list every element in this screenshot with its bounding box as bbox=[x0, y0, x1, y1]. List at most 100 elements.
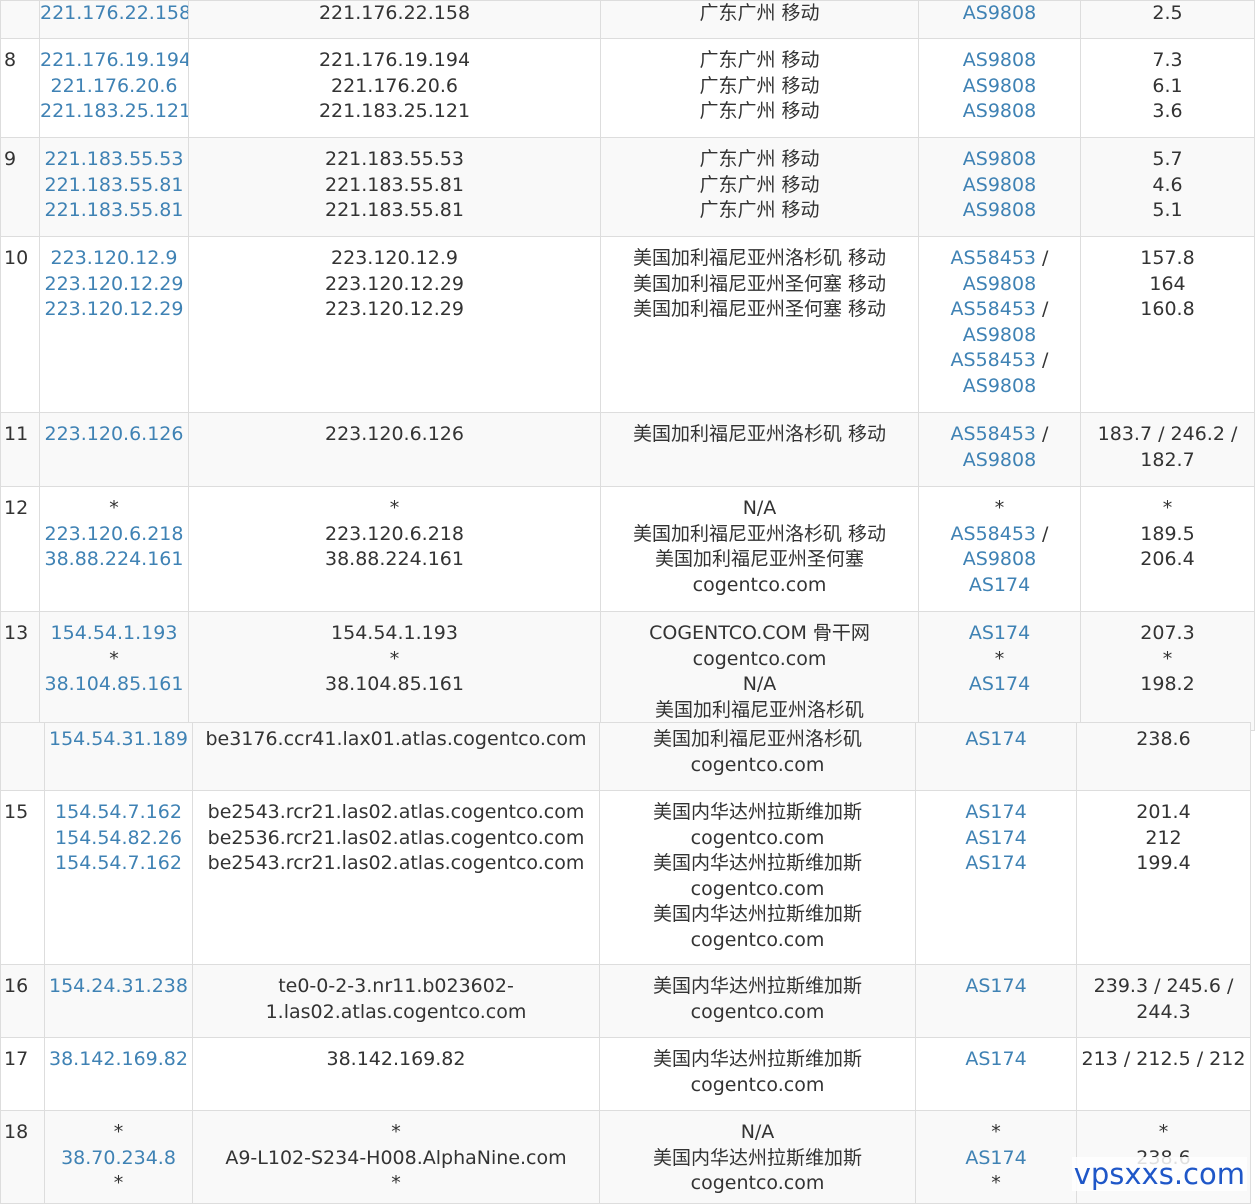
hostname: 223.120.12.9 bbox=[331, 247, 458, 269]
hostname: 1.las02.atlas.cogentco.com bbox=[265, 1000, 527, 1023]
asn-link[interactable]: AS9808 bbox=[920, 272, 1080, 298]
ip-link[interactable]: 221.183.55.81 bbox=[41, 173, 188, 199]
location: cogentco.com bbox=[690, 826, 825, 849]
rtt-value: 189.5 bbox=[1140, 522, 1195, 545]
rtt-cell: 2.5 bbox=[1080, 0, 1255, 39]
hostname: 223.120.12.29 bbox=[324, 272, 464, 295]
ip-link[interactable]: 154.54.7.162 bbox=[46, 851, 192, 877]
ip-link[interactable]: 154.54.82.26 bbox=[46, 826, 192, 852]
asn-link[interactable]: AS9808 bbox=[920, 198, 1080, 224]
location-cell: N/A 美国内华达州拉斯维加斯 cogentco.com bbox=[599, 1110, 916, 1204]
hop-cell: 17 bbox=[0, 1037, 45, 1111]
ip-link[interactable]: 154.54.31.189 bbox=[46, 727, 192, 753]
rtt-value: 183.7 / 246.2 / bbox=[1097, 423, 1238, 445]
rtt-value: 5.7 bbox=[1152, 148, 1183, 170]
asn-link[interactable]: AS9808 bbox=[920, 2, 1080, 27]
asn-link[interactable]: AS9808 bbox=[920, 547, 1080, 573]
rtt-value: 6.1 bbox=[1152, 74, 1183, 97]
asn-link[interactable]: AS9808 bbox=[920, 374, 1080, 400]
asn-link[interactable]: AS174 bbox=[917, 826, 1076, 852]
location: N/A bbox=[742, 673, 777, 695]
rtt-value: 5.1 bbox=[1152, 199, 1183, 221]
hostname: be2536.rcr21.las02.atlas.cogentco.com bbox=[207, 826, 585, 849]
asn-link[interactable]: AS174 bbox=[920, 573, 1080, 599]
asn-link[interactable]: AS9808 bbox=[920, 448, 1080, 474]
asn-link[interactable]: AS9808 bbox=[920, 99, 1080, 125]
asn-cell: * AS58453 /AS9808 AS174 bbox=[918, 486, 1081, 612]
asn-link[interactable]: AS58453 / bbox=[920, 246, 1080, 272]
hostname: be3176.ccr41.lax01.atlas.cogentco.com bbox=[205, 728, 587, 750]
location: 美国加利福尼亚州洛杉矶 移动 bbox=[632, 247, 887, 269]
ip-link[interactable]: 38.142.169.82 bbox=[46, 1047, 192, 1073]
asn-link[interactable]: AS9808 bbox=[920, 147, 1080, 173]
asn-cell: AS9808 bbox=[918, 0, 1081, 39]
asn-link: * bbox=[994, 647, 1005, 670]
asn-link[interactable]: AS58453 / bbox=[920, 348, 1080, 374]
asn-link[interactable]: AS58453 / bbox=[920, 297, 1080, 323]
rtt-cell: 183.7 / 246.2 / 182.7 bbox=[1080, 412, 1255, 487]
ip-link[interactable]: 154.24.31.238 bbox=[46, 974, 192, 1000]
hostname: be2543.rcr21.las02.atlas.cogentco.com bbox=[207, 852, 585, 874]
hostname: 221.176.20.6 bbox=[331, 74, 458, 97]
hop-cell: 12 bbox=[0, 486, 40, 612]
location: cogentco.com bbox=[690, 753, 825, 776]
asn-link[interactable]: AS174 bbox=[917, 727, 1076, 753]
rtt-cell: 201.4 212 199.4 bbox=[1076, 790, 1251, 965]
location: 广东广州 移动 bbox=[699, 173, 820, 196]
rtt-value: 4.6 bbox=[1152, 173, 1183, 196]
hostname-cell: 221.176.19.194 221.176.20.6 221.183.25.121 bbox=[188, 38, 601, 138]
location: cogentco.com bbox=[690, 928, 825, 951]
location: cogentco.com bbox=[692, 573, 827, 596]
hostname: 221.183.55.53 bbox=[324, 148, 464, 170]
asn-link[interactable]: AS9808 bbox=[920, 323, 1080, 349]
hop-cell: 16 bbox=[0, 964, 45, 1038]
ip-link[interactable]: 221.176.19.194 bbox=[41, 48, 188, 74]
asn-link[interactable]: AS174 bbox=[917, 800, 1076, 826]
ip-link[interactable]: 223.120.6.126 bbox=[41, 422, 188, 448]
rtt-value: * bbox=[1158, 1121, 1169, 1143]
asn-link[interactable]: AS174 bbox=[917, 1146, 1076, 1172]
location: 广东广州 移动 bbox=[699, 199, 820, 221]
rtt-value: 2.5 bbox=[1152, 2, 1183, 24]
ip-link[interactable]: 221.183.25.121 bbox=[41, 99, 188, 125]
ip-link[interactable]: 38.88.224.161 bbox=[41, 547, 188, 573]
ip-link[interactable]: 223.120.6.218 bbox=[41, 522, 188, 548]
rtt-cell: 239.3 / 245.6 / 244.3 bbox=[1076, 964, 1251, 1038]
ip-link[interactable]: 221.176.20.6 bbox=[41, 74, 188, 100]
ip-link[interactable]: 223.120.12.9 bbox=[41, 246, 188, 272]
hostname-cell: 154.54.1.193 * 38.104.85.161 bbox=[188, 611, 601, 731]
rtt-value: * bbox=[1162, 497, 1173, 519]
ip-link[interactable]: 221.183.55.53 bbox=[41, 147, 188, 173]
rtt-cell: 207.3 * 198.2 bbox=[1080, 611, 1255, 731]
ip-link[interactable]: 223.120.12.29 bbox=[41, 272, 188, 298]
asn-link[interactable]: AS174 bbox=[920, 621, 1080, 647]
ip-link[interactable]: 38.70.234.8 bbox=[46, 1146, 192, 1172]
ip-link[interactable]: 221.183.55.81 bbox=[41, 198, 188, 224]
location: cogentco.com bbox=[690, 1172, 825, 1194]
ip-link[interactable]: 223.120.12.29 bbox=[41, 297, 188, 323]
ip-link: * bbox=[113, 1172, 124, 1194]
asn-link[interactable]: AS9808 bbox=[920, 48, 1080, 74]
ip-link[interactable]: 154.54.7.162 bbox=[46, 800, 192, 826]
asn-cell: AS174 bbox=[915, 722, 1077, 791]
asn-link[interactable]: AS174 bbox=[917, 974, 1076, 1000]
asn-link[interactable]: AS174 bbox=[917, 851, 1076, 877]
table-row: 12 * 223.120.6.218 38.88.224.161 * 223.120.6.… bbox=[0, 486, 1255, 612]
hostname-cell: 223.120.6.126 bbox=[188, 412, 601, 487]
ip-link[interactable]: 154.54.1.193 bbox=[41, 621, 188, 647]
hop-cell: 11 bbox=[0, 412, 40, 487]
asn-cell: AS174 * AS174 bbox=[918, 611, 1081, 731]
ip-link[interactable]: 221.176.22.158 bbox=[41, 2, 188, 27]
location: 美国内华达州拉斯维加斯 bbox=[652, 852, 862, 874]
ip-link[interactable]: 38.104.85.161 bbox=[41, 672, 188, 698]
asn-link[interactable]: AS174 bbox=[917, 1047, 1076, 1073]
rtt-cell: 157.8 164 160.8 bbox=[1080, 236, 1255, 413]
asn-link[interactable]: AS9808 bbox=[920, 74, 1080, 100]
asn-link[interactable]: AS58453 / bbox=[920, 422, 1080, 448]
table-row: 18 * 38.70.234.8 * * A9-L102-S234-H008.AlphaN… bbox=[0, 1110, 1251, 1204]
asn-link[interactable]: AS174 bbox=[920, 672, 1080, 698]
ip-cell: 223.120.6.126 bbox=[39, 412, 189, 487]
asn-link[interactable]: AS9808 bbox=[920, 173, 1080, 199]
asn-link[interactable]: AS58453 / bbox=[920, 522, 1080, 548]
location-cell: 美国内华达州拉斯维加斯 cogentco.com bbox=[599, 964, 916, 1038]
